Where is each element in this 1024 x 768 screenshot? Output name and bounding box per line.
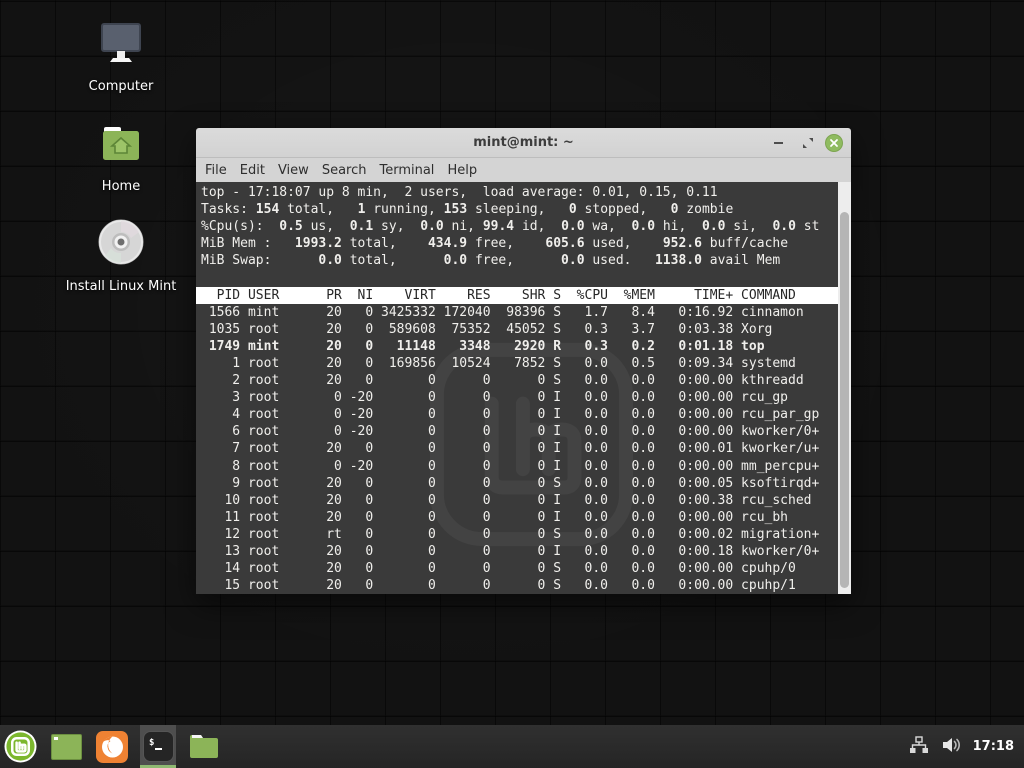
- terminal-line: MiB Swap: 0.0 total, 0.0 free, 0.0 used.…: [196, 252, 838, 269]
- terminal-line: %Cpu(s): 0.5 us, 0.1 sy, 0.0 ni, 99.4 id…: [196, 218, 838, 235]
- top-process-row: 1035 root 20 0 589608 75352 45052 S 0.3 …: [196, 321, 838, 338]
- terminal-icon: $: [143, 731, 174, 762]
- show-desktop-button[interactable]: [48, 725, 84, 768]
- desktop-icon-label: Home: [102, 179, 140, 194]
- close-icon: [825, 134, 843, 152]
- terminal-window: mint@mint: ~ FileEditViewSearchTerminalH…: [196, 128, 851, 594]
- install-disc-icon: [95, 216, 147, 272]
- top-process-row: 3 root 0 -20 0 0 0 I 0.0 0.0 0:00.00 rcu…: [196, 389, 838, 406]
- close-button[interactable]: [821, 128, 847, 158]
- desktop-icon-computer[interactable]: Computer: [56, 18, 186, 94]
- terminal-launcher[interactable]: $: [140, 725, 176, 768]
- top-process-row: 15 root 20 0 0 0 0 S 0.0 0.0 0:00.00 cpu…: [196, 577, 838, 594]
- top-process-row: 4 root 0 -20 0 0 0 I 0.0 0.0 0:00.00 rcu…: [196, 406, 838, 423]
- top-process-row: 1 root 20 0 169856 10524 7852 S 0.0 0.5 …: [196, 355, 838, 372]
- network-icon[interactable]: [909, 736, 929, 758]
- menu-button[interactable]: [2, 725, 38, 768]
- top-process-row: 9 root 20 0 0 0 0 S 0.0 0.0 0:00.05 ksof…: [196, 475, 838, 492]
- desktop-window-icon: [51, 734, 82, 760]
- maximize-button[interactable]: [795, 128, 821, 158]
- terminal-text-area[interactable]: top - 17:18:07 up 8 min, 2 users, load a…: [196, 182, 838, 594]
- terminal-line: [196, 269, 838, 286]
- terminal-line: top - 17:18:07 up 8 min, 2 users, load a…: [196, 184, 838, 201]
- panel-clock[interactable]: 17:18: [973, 739, 1014, 754]
- folder-icon: [188, 733, 220, 760]
- menu-item-edit[interactable]: Edit: [240, 161, 278, 180]
- minimize-icon: [774, 142, 783, 144]
- volume-icon[interactable]: [941, 736, 961, 758]
- scrollbar-thumb[interactable]: [840, 212, 849, 588]
- menu-item-file[interactable]: File: [205, 161, 240, 180]
- desktop-icon-home[interactable]: Home: [56, 118, 186, 194]
- taskbar-panel: $ 17:18: [0, 725, 1024, 768]
- top-process-row: 8 root 0 -20 0 0 0 I 0.0 0.0 0:00.00 mm_…: [196, 458, 838, 475]
- restore-icon: [802, 137, 814, 149]
- home-folder-icon: [96, 118, 146, 172]
- terminal-line: MiB Mem : 1993.2 total, 434.9 free, 605.…: [196, 235, 838, 252]
- top-process-row: 11 root 20 0 0 0 0 I 0.0 0.0 0:00.00 rcu…: [196, 509, 838, 526]
- top-process-row: 14 root 20 0 0 0 0 S 0.0 0.0 0:00.00 cpu…: [196, 560, 838, 577]
- top-process-row: 1749 mint 20 0 11148 3348 2920 R 0.3 0.2…: [196, 338, 838, 355]
- desktop-icon-label: Install Linux Mint: [66, 279, 177, 294]
- top-process-row: 12 root rt 0 0 0 0 S 0.0 0.0 0:00.02 mig…: [196, 526, 838, 543]
- top-process-row: 6 root 0 -20 0 0 0 I 0.0 0.0 0:00.00 kwo…: [196, 423, 838, 440]
- top-process-row: 1566 mint 20 0 3425332 172040 98396 S 1.…: [196, 304, 838, 321]
- desktop-icon-label: Computer: [89, 79, 154, 94]
- top-process-row: 13 root 20 0 0 0 0 I 0.0 0.0 0:00.18 kwo…: [196, 543, 838, 560]
- system-tray: 17:18: [909, 736, 1024, 758]
- window-title: mint@mint: ~: [473, 135, 574, 150]
- top-process-row: 2 root 20 0 0 0 0 S 0.0 0.0 0:00.00 kthr…: [196, 372, 838, 389]
- top-table-header: PID USER PR NI VIRT RES SHR S %CPU %MEM …: [196, 287, 838, 304]
- menu-item-help[interactable]: Help: [447, 161, 490, 180]
- top-process-row: 10 root 20 0 0 0 0 I 0.0 0.0 0:00.38 rcu…: [196, 492, 838, 509]
- mint-logo-icon: [4, 730, 37, 763]
- menu-item-view[interactable]: View: [278, 161, 322, 180]
- terminal-screen[interactable]: top - 17:18:07 up 8 min, 2 users, load a…: [196, 182, 851, 594]
- top-process-row: 7 root 20 0 0 0 0 I 0.0 0.0 0:00.01 kwor…: [196, 440, 838, 457]
- computer-icon: [96, 18, 146, 72]
- window-titlebar[interactable]: mint@mint: ~: [196, 128, 851, 158]
- minimize-button[interactable]: [765, 128, 791, 158]
- terminal-menubar: FileEditViewSearchTerminalHelp: [196, 158, 851, 182]
- firefox-launcher[interactable]: [94, 725, 130, 768]
- desktop-icon-install-linux-mint[interactable]: Install Linux Mint: [56, 216, 186, 294]
- menu-item-terminal[interactable]: Terminal: [379, 161, 447, 180]
- firefox-icon: [96, 731, 128, 763]
- menu-item-search[interactable]: Search: [322, 161, 380, 180]
- files-launcher[interactable]: [186, 725, 222, 768]
- svg-text:$: $: [149, 738, 154, 748]
- terminal-scrollbar[interactable]: [838, 182, 851, 594]
- terminal-line: Tasks: 154 total, 1 running, 153 sleepin…: [196, 201, 838, 218]
